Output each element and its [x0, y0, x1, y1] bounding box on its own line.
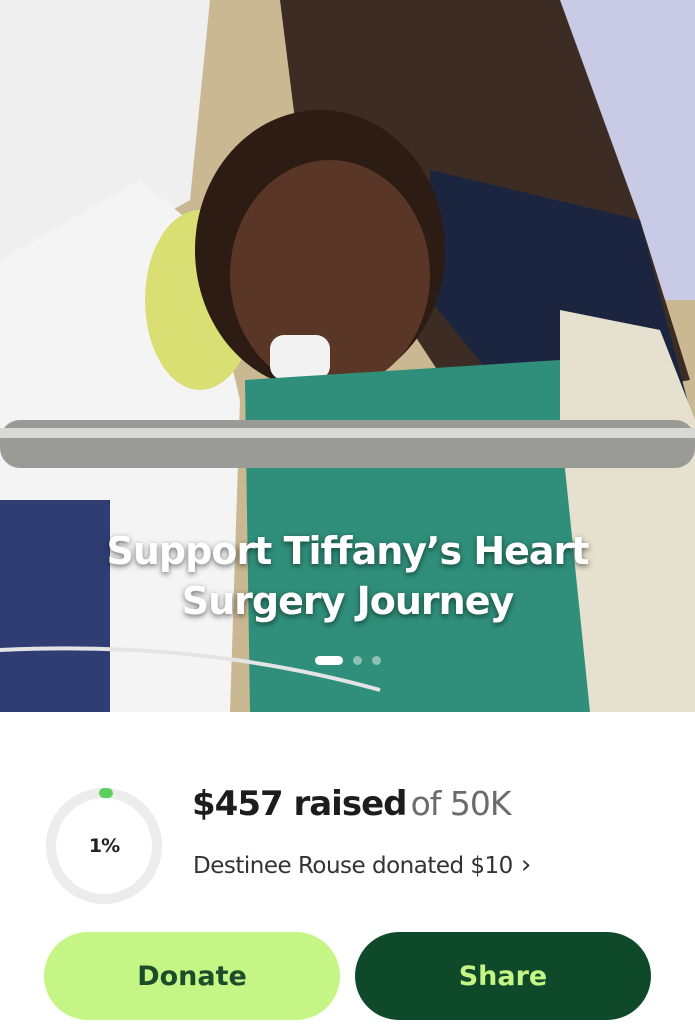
carousel-indicator[interactable] [0, 656, 695, 665]
raised-summary: $457 raised of 50K [192, 784, 511, 824]
goal-text: of 50K [410, 784, 512, 823]
recent-donation-link[interactable]: Destinee Rouse donated $10 › [193, 850, 531, 880]
share-button[interactable]: Share [355, 932, 651, 1020]
hero-image[interactable]: Support Tiffany’s Heart Surgery Journey [0, 0, 695, 712]
chevron-right-icon: › [520, 850, 531, 880]
fundraiser-card: 1% $457 raised of 50K Destinee Rouse don… [0, 712, 695, 1024]
carousel-dot-1[interactable] [314, 656, 343, 665]
recent-donation-text: Destinee Rouse donated $10 [193, 853, 513, 879]
carousel-dot-2[interactable] [352, 656, 362, 665]
donate-button[interactable]: Donate [44, 932, 340, 1020]
carousel-dot-3[interactable] [371, 656, 381, 665]
raised-amount: $457 raised [192, 784, 407, 824]
campaign-title: Support Tiffany’s Heart Surgery Journey [106, 529, 590, 623]
progress-percent: 1% [88, 835, 120, 857]
